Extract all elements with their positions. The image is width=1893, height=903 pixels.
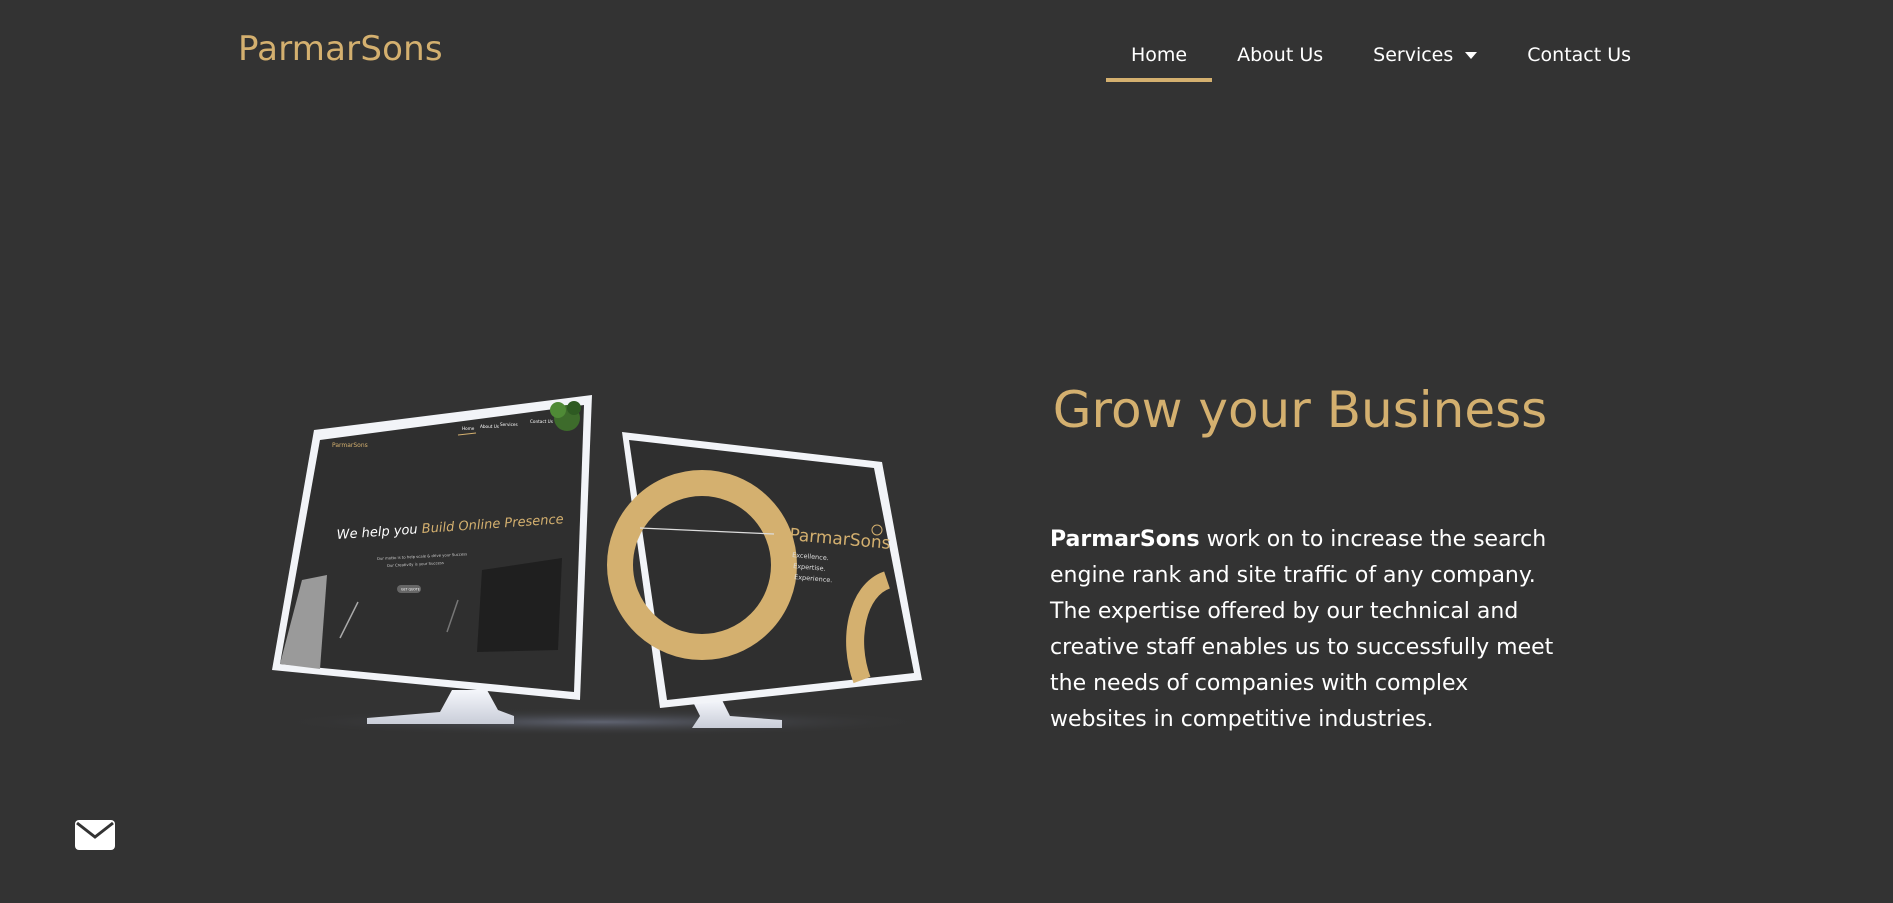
left-screen-nav-about: About Us bbox=[480, 424, 499, 429]
hero-description: ParmarSons work on to increase the searc… bbox=[1050, 522, 1570, 738]
hero-title: Grow your Business bbox=[1052, 381, 1548, 439]
main-nav: Home About Us Services Contact Us bbox=[1106, 0, 1656, 82]
chevron-down-icon[interactable] bbox=[1465, 52, 1478, 59]
nav-item-label: Home bbox=[1131, 44, 1188, 66]
left-screen-quote-button: GET QUOTE bbox=[401, 588, 420, 592]
monitors-mockup-image: ParmarSons Home About Us Services Contac… bbox=[272, 395, 932, 736]
nav-item-home[interactable]: Home bbox=[1106, 0, 1213, 82]
hero-description-text: work on to increase the search engine ra… bbox=[1050, 527, 1554, 732]
hero-brand-name: ParmarSons bbox=[1050, 527, 1200, 552]
nav-item-label: Contact Us bbox=[1527, 44, 1632, 66]
left-screen-logo: ParmarSons bbox=[332, 442, 368, 449]
nav-item-about-us[interactable]: About Us bbox=[1212, 0, 1348, 82]
nav-item-services[interactable]: Services bbox=[1348, 0, 1502, 82]
envelope-icon[interactable] bbox=[75, 820, 115, 850]
left-screen-nav-services: Services bbox=[500, 422, 518, 427]
site-logo[interactable]: ParmarSons bbox=[238, 32, 443, 66]
nav-item-label: Services bbox=[1373, 44, 1454, 66]
left-screen-nav-contact: Contact Us bbox=[530, 419, 553, 424]
site-header: ParmarSons Home About Us Services Contac… bbox=[0, 0, 1893, 90]
nav-item-contact-us[interactable]: Contact Us bbox=[1502, 0, 1656, 82]
left-screen-nav-home: Home bbox=[462, 426, 475, 431]
nav-item-label: About Us bbox=[1237, 44, 1324, 66]
